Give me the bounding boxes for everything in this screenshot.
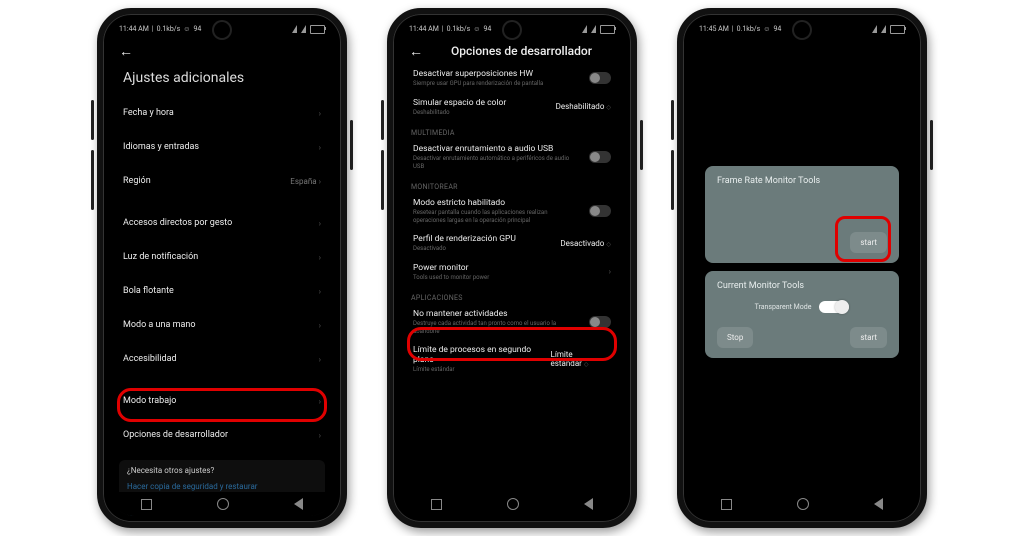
status-time: 11:44 AM xyxy=(409,25,439,33)
phone-1: 11:44 AM|0.1kb/s☺94 ← Ajustes adicionale… xyxy=(87,0,357,536)
signal-icon xyxy=(881,25,886,33)
battery-icon xyxy=(310,25,325,34)
status-bar: 11:44 AM|0.1kb/s☺94 xyxy=(399,20,625,38)
setting-hw-overlay[interactable]: Desactivar superposiciones HWSiempre usa… xyxy=(411,64,613,93)
phone-2: 11:44 AM|0.1kb/s☺94 ← Opciones de desarr… xyxy=(377,0,647,536)
setting-dev-options[interactable]: Opciones de desarrollador› xyxy=(123,418,321,452)
highlight-start xyxy=(835,216,891,262)
chevron-right-icon: › xyxy=(609,267,611,276)
setting-gestos[interactable]: Accesos directos por gesto› xyxy=(123,206,321,240)
nav-back-icon[interactable] xyxy=(584,498,593,510)
dropdown-icon: ◇ xyxy=(584,361,589,368)
chevron-right-icon: › xyxy=(319,321,321,330)
setting-power-monitor[interactable]: Power monitorTools used to monitor power… xyxy=(411,258,613,287)
signal-icon xyxy=(582,25,587,33)
chevron-right-icon: › xyxy=(319,219,321,228)
chevron-right-icon: › xyxy=(319,287,321,296)
setting-luz[interactable]: Luz de notificación› xyxy=(123,240,321,274)
nav-bar xyxy=(689,492,915,516)
section-apps: APLICACIONES xyxy=(411,294,613,302)
chevron-right-icon: › xyxy=(319,177,321,186)
battery-icon xyxy=(890,25,905,34)
status-time: 11:45 AM xyxy=(699,25,729,33)
setting-color-space[interactable]: Simular espacio de colorDeshabilitado De… xyxy=(411,93,613,122)
nav-home-icon[interactable] xyxy=(797,498,809,510)
card-current-monitor: Current Monitor Tools Transparent Mode S… xyxy=(705,271,899,358)
footer-question: ¿Necesita otros ajustes? xyxy=(127,466,317,475)
nav-bar xyxy=(399,492,625,516)
phone-3: 11:45 AM|0.1kb/s☺94 Frame Rate Monitor T… xyxy=(667,0,937,536)
setting-gpu-profile[interactable]: Perfil de renderización GPUDesactivado D… xyxy=(411,229,613,258)
back-icon[interactable]: ← xyxy=(409,43,423,60)
nav-home-icon[interactable] xyxy=(217,498,229,510)
dropdown-icon: ◇ xyxy=(606,241,611,248)
header: ← xyxy=(109,38,335,64)
setting-idiomas[interactable]: Idiomas y entradas› xyxy=(123,130,321,164)
toggle[interactable] xyxy=(589,151,611,163)
status-bar: 11:45 AM|0.1kb/s☺94 xyxy=(689,20,915,38)
nav-recent-icon[interactable] xyxy=(431,499,442,510)
stop-button[interactable]: Stop xyxy=(717,327,753,348)
transparent-mode-switch[interactable] xyxy=(819,301,849,313)
highlight-power-monitor xyxy=(407,327,617,361)
battery-icon xyxy=(600,25,615,34)
start-button[interactable]: start xyxy=(850,327,887,348)
setting-accesibilidad[interactable]: Accesibilidad› xyxy=(123,342,321,376)
toggle[interactable] xyxy=(589,205,611,217)
chevron-right-icon: › xyxy=(319,355,321,364)
signal-icon xyxy=(591,25,596,33)
nav-recent-icon[interactable] xyxy=(721,499,732,510)
dropdown-icon: ◇ xyxy=(606,104,611,111)
back-icon[interactable]: ← xyxy=(119,43,133,60)
signal-icon xyxy=(301,25,306,33)
nav-bar xyxy=(109,492,335,516)
highlight-dev-options xyxy=(117,388,327,422)
section-monitor: MONITOREAR xyxy=(411,183,613,191)
header: ← Opciones de desarrollador xyxy=(399,38,625,64)
card-title: Frame Rate Monitor Tools xyxy=(717,176,887,186)
transparent-mode-label: Transparent Mode xyxy=(755,303,812,311)
nav-back-icon[interactable] xyxy=(294,498,303,510)
page-title: Ajustes adicionales xyxy=(109,64,335,96)
status-bar: 11:44 AM|0.1kb/s☺94 xyxy=(109,20,335,38)
chevron-right-icon: › xyxy=(319,431,321,440)
page-title: Opciones de desarrollador xyxy=(451,44,592,58)
setting-region[interactable]: RegiónEspaña› xyxy=(123,164,321,198)
section-multimedia: MULTIMEDIA xyxy=(411,129,613,137)
status-time: 11:44 AM xyxy=(119,25,149,33)
chevron-right-icon: › xyxy=(319,253,321,262)
nav-home-icon[interactable] xyxy=(507,498,519,510)
toggle[interactable] xyxy=(589,72,611,84)
chevron-right-icon: › xyxy=(319,143,321,152)
setting-strict-mode[interactable]: Modo estricto habilitadoResetear pantall… xyxy=(411,193,613,229)
setting-fecha[interactable]: Fecha y hora› xyxy=(123,96,321,130)
signal-icon xyxy=(872,25,877,33)
setting-bola[interactable]: Bola flotante› xyxy=(123,274,321,308)
nav-back-icon[interactable] xyxy=(874,498,883,510)
chevron-right-icon: › xyxy=(319,109,321,118)
nav-recent-icon[interactable] xyxy=(141,499,152,510)
signal-icon xyxy=(292,25,297,33)
setting-mano[interactable]: Modo a una mano› xyxy=(123,308,321,342)
card-title: Current Monitor Tools xyxy=(717,281,887,291)
setting-usb-audio[interactable]: Desactivar enrutamiento a audio USBDesac… xyxy=(411,139,613,175)
